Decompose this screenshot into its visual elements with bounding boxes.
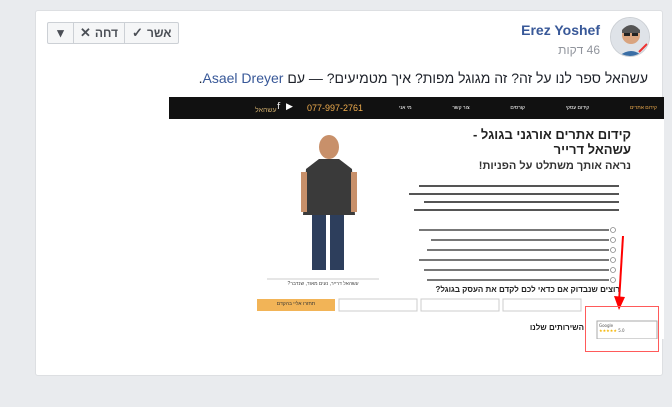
hero-headline: קידום אתרים אורגני בגוגל - עשהאל דרייר נ… (411, 127, 631, 174)
post-image[interactable]: 077-997-2761 עשהאל f ▶ קידום אתרים קידום… (169, 97, 664, 339)
services-title: השירותים שלנו (529, 323, 584, 332)
nav-item[interactable]: צור קשר (452, 105, 469, 111)
nav-phone: 077-997-2761 (307, 103, 364, 113)
approve-label: אשר (146, 26, 172, 40)
facebook-icon[interactable]: f (277, 102, 280, 112)
highlight-box (585, 306, 659, 352)
person-photo (301, 135, 357, 270)
photo-caption: עשהאל דרייר, נעים מאוד, שנדבר? (287, 281, 359, 287)
decline-label: דחה (94, 26, 119, 40)
check-icon: ✓ (132, 25, 143, 40)
nav-item[interactable]: קידום אתרים (630, 105, 657, 111)
nav-logo: עשהאל (255, 107, 277, 114)
nav-menu: קידום אתרים קידום עסקי קורסים צור קשר מי… (399, 105, 657, 111)
cta-question: רוצים שנבדוק אם כדאי לכם לקדם את העסק בג… (435, 285, 620, 294)
subheadline: נראה אותך משתלט על הפניות! (478, 160, 631, 172)
moderation-buttons: ▾ ✕ דחה ✓ אשר (47, 22, 180, 44)
more-options-button[interactable]: ▾ (47, 22, 74, 44)
cta-button[interactable]: תחזרו אליי בהקדם (257, 301, 335, 307)
approve-button[interactable]: ✓ אשר (125, 22, 180, 44)
nav-item[interactable]: קורסים (510, 105, 525, 111)
caret-down-icon: ▾ (57, 25, 64, 40)
nav-item[interactable]: מי אני (399, 105, 412, 111)
headline-line-2: עשהאל דרייר (553, 142, 631, 157)
close-icon: ✕ (80, 25, 91, 40)
mention-link[interactable]: Asael Dreyer (203, 70, 284, 86)
youtube-icon[interactable]: ▶ (286, 102, 293, 112)
social-icons: f ▶ (277, 102, 293, 112)
red-arrow (611, 235, 631, 315)
post-text-main: עשהאל ספר לנו על זה? זה מגוגל מפות? איך … (287, 70, 648, 86)
headline-line-1: קידום אתרים אורגני בגוגל - (472, 127, 631, 142)
post-card: ▾ ✕ דחה ✓ אשר Erez Yoshef 46 דקות עשהאל … (35, 10, 664, 376)
avatar[interactable] (610, 17, 650, 57)
nav-item[interactable]: קידום עסקי (566, 105, 590, 111)
post-text: עשהאל ספר לנו על זה? זה מגוגל מפות? איך … (198, 70, 648, 86)
decline-button[interactable]: ✕ דחה (74, 22, 126, 44)
post-time[interactable]: 46 דקות (558, 43, 600, 57)
post-author[interactable]: Erez Yoshef (521, 22, 600, 38)
